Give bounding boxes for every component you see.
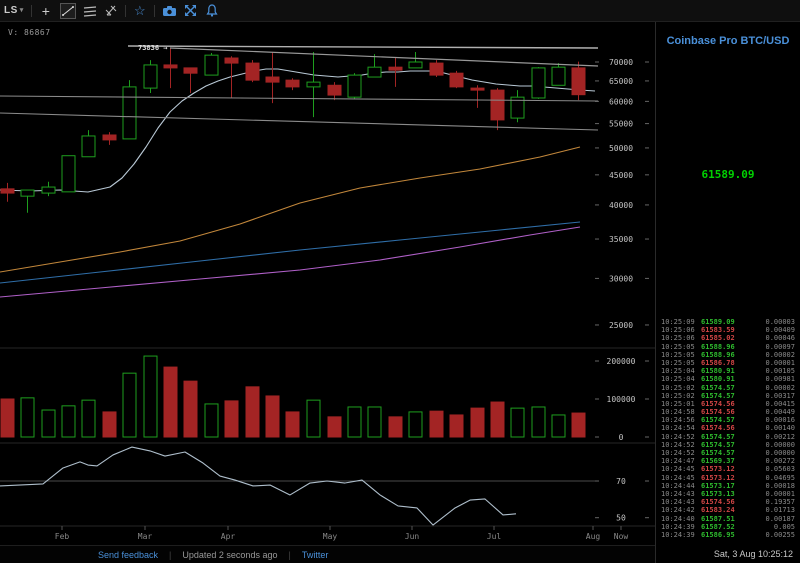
- market-panel: Coinbase Pro BTC/USD 61589.09 10:25:09 61…: [655, 22, 800, 563]
- svg-text:0: 0: [619, 433, 624, 442]
- svg-text:200000: 200000: [607, 357, 636, 366]
- svg-text:70000: 70000: [609, 58, 633, 67]
- trendline-tool-icon[interactable]: [59, 2, 76, 19]
- trading-app-window: LS ▾ + ☆ 70000 65000 60000 55000 50000 45000 4…: [0, 0, 800, 563]
- send-feedback-link[interactable]: Send feedback: [98, 550, 158, 560]
- status-divider: |: [169, 549, 172, 560]
- pitchfork-icon[interactable]: [104, 2, 118, 20]
- trade-row: 10:24:52 61574.57 0.00212: [661, 432, 795, 441]
- symbol-dropdown-label: LS: [4, 4, 18, 16]
- chart-canvas[interactable]: 70000 65000 60000 55000 50000 45000 40000 35000…: [0, 22, 655, 545]
- clock: Sat, 3 Aug 10:25:12: [713, 549, 793, 559]
- chevron-down-icon: ▾: [19, 7, 24, 14]
- trade-row: 10:24:52 61574.57 0.00000: [661, 440, 795, 449]
- svg-text:60000: 60000: [609, 97, 633, 106]
- toolbar-divider: [30, 4, 32, 17]
- trade-row: 10:24:45 61573.12 0.05603: [661, 465, 795, 474]
- toolbar-divider: [124, 4, 126, 17]
- svg-text:40000: 40000: [609, 201, 633, 210]
- trade-row: 10:24:47 61569.37 0.00272: [661, 457, 795, 466]
- trade-row: 10:24:43 61574.56 0.19357: [661, 498, 795, 507]
- svg-text:45000: 45000: [609, 171, 633, 180]
- trade-row: 10:24:58 61574.56 0.00449: [661, 408, 795, 417]
- svg-text:Apr: Apr: [221, 532, 236, 541]
- trade-row: 10:24:56 61574.57 0.00016: [661, 416, 795, 425]
- status-bar: Send feedback | Updated 2 seconds ago | …: [0, 545, 655, 563]
- updated-status: Updated 2 seconds ago: [182, 549, 278, 560]
- trade-row: 10:24:43 61573.13 0.00001: [661, 489, 795, 498]
- trade-history-list: 10:25:09 61589.09 0.00003 10:25:06 61583.59 0…: [656, 318, 800, 539]
- crosshair-icon[interactable]: +: [39, 2, 53, 20]
- svg-text:May: May: [323, 532, 338, 541]
- svg-text:Jul: Jul: [487, 532, 502, 541]
- svg-text:Now: Now: [614, 532, 629, 541]
- trade-row: 10:25:05 61588.96 0.00002: [661, 350, 795, 359]
- status-divider: |: [288, 549, 291, 560]
- trade-row: 10:24:39 61587.52 0.005: [661, 522, 795, 531]
- trade-row: 10:25:04 61580.91 0.00981: [661, 375, 795, 384]
- bell-icon[interactable]: [205, 2, 219, 20]
- twitter-link[interactable]: Twitter: [302, 550, 329, 560]
- svg-text:Mar: Mar: [138, 532, 153, 541]
- svg-text:50: 50: [616, 514, 626, 523]
- market-title[interactable]: Coinbase Pro BTC/USD: [656, 35, 800, 47]
- trade-row: 10:24:45 61573.12 0.04695: [661, 473, 795, 482]
- trade-row: 10:25:06 61583.59 0.00409: [661, 326, 795, 335]
- trade-row: 10:24:42 61583.24 0.01713: [661, 506, 795, 515]
- svg-text:Feb: Feb: [55, 532, 70, 541]
- svg-text:Jun: Jun: [405, 532, 420, 541]
- trade-row: 10:25:09 61589.09 0.00003: [661, 318, 795, 326]
- trade-row: 10:25:06 61585.02 0.00046: [661, 334, 795, 343]
- trade-row: 10:24:40 61587.51 0.00187: [661, 514, 795, 523]
- trade-row: 10:25:05 61586.78 0.00001: [661, 358, 795, 367]
- svg-text:50000: 50000: [609, 144, 633, 153]
- star-icon[interactable]: ☆: [133, 2, 147, 20]
- last-price: 61589.09: [701, 168, 755, 181]
- symbol-dropdown[interactable]: LS ▾: [4, 2, 24, 20]
- svg-text:Aug: Aug: [586, 532, 601, 541]
- svg-text:73836 →: 73836 →: [138, 44, 168, 52]
- trade-row: 10:24:44 61573.17 0.00018: [661, 481, 795, 490]
- svg-text:25000: 25000: [609, 321, 633, 330]
- trade-row: 10:25:04 61580.91 0.00105: [661, 367, 795, 376]
- trade-row: 10:25:05 61588.96 0.00097: [661, 342, 795, 351]
- volume-readout: V: 86867: [8, 28, 51, 37]
- svg-text:65000: 65000: [609, 77, 633, 86]
- trade-row: 10:25:02 61574.57 0.00002: [661, 383, 795, 392]
- trade-row: 10:25:02 61574.57 0.00317: [661, 391, 795, 400]
- trade-row: 10:24:54 61574.56 0.00140: [661, 424, 795, 433]
- svg-text:35000: 35000: [609, 235, 633, 244]
- drawing-toolbar: LS ▾ + ☆: [0, 0, 800, 22]
- expand-icon[interactable]: [184, 2, 198, 20]
- trade-row: 10:25:01 61574.56 0.00415: [661, 399, 795, 408]
- trade-row: 10:24:39 61586.95 0.00255: [661, 530, 795, 539]
- parallel-lines-icon[interactable]: [83, 2, 97, 20]
- camera-icon[interactable]: [162, 2, 177, 20]
- trade-row: 10:24:52 61574.57 0.00000: [661, 449, 795, 457]
- svg-text:100000: 100000: [607, 395, 636, 404]
- svg-text:55000: 55000: [609, 120, 633, 129]
- svg-text:30000: 30000: [609, 274, 633, 283]
- toolbar-divider: [153, 4, 155, 17]
- svg-text:70: 70: [616, 477, 626, 486]
